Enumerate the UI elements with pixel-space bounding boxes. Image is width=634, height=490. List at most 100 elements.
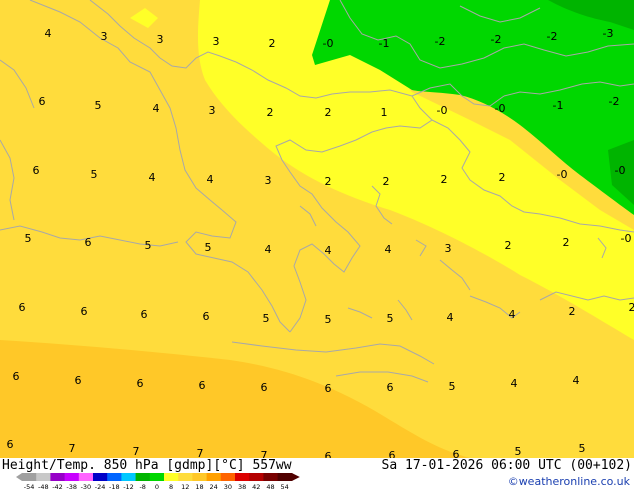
temperature-value: 6 <box>81 305 88 318</box>
temperature-value: -0 <box>437 104 448 117</box>
temperature-value: 6 <box>261 381 268 394</box>
color-scale-swatch <box>277 473 293 481</box>
color-scale-labels: -54 -48 -42 -38 -30 -24 -18 -12 -8 0 8 12 18 24 30 38 42… <box>24 483 289 490</box>
temperature-value: 2 <box>383 175 390 188</box>
temperature-value: 6 <box>389 449 396 458</box>
temperature-value: 2 <box>269 37 276 50</box>
temperature-value: 2 <box>267 106 274 119</box>
temperature-value: 5 <box>95 99 102 112</box>
temperature-value: 6 <box>325 382 332 395</box>
color-scale-arrow-left <box>16 473 22 481</box>
color-scale-label: -24 <box>95 483 106 490</box>
color-scale-label: 38 <box>238 483 246 490</box>
color-scale-label: -54 <box>24 483 35 490</box>
temperature-value: 5 <box>263 312 270 325</box>
temperature-value: -1 <box>553 99 564 112</box>
color-scale-swatch <box>220 473 236 481</box>
valid-time: Sa 17-01-2026 06:00 UTC (00+102) <box>381 458 632 473</box>
temperature-value: 6 <box>33 164 40 177</box>
temperature-value: 4 <box>207 173 214 186</box>
temperature-value: 7 <box>69 442 76 455</box>
credit-link[interactable]: ©weatheronline.co.uk <box>508 475 630 488</box>
temperature-value: 2 <box>441 173 448 186</box>
temperature-value: 3 <box>101 30 108 43</box>
color-scale-label: 0 <box>155 483 159 490</box>
temperature-value: 6 <box>75 374 82 387</box>
temperature-value: 2 <box>629 301 634 314</box>
temperature-map: 4 3 3 3 2 -0 -1 -2 -2 -2 -3 6 5 4 3 2 2 1 -0 -0 -1 -2 6 5 4 4 3 2 2 2… <box>0 0 634 458</box>
temperature-value: 5 <box>515 445 522 458</box>
temperature-value: 2 <box>563 236 570 249</box>
color-scale-label: -42 <box>52 483 63 490</box>
temperature-value: 7 <box>133 445 140 458</box>
temperature-value: -0 <box>495 102 506 115</box>
temperature-value: 3 <box>157 33 164 46</box>
color-scale-label: -12 <box>123 483 134 490</box>
temperature-value: 4 <box>511 377 518 390</box>
temperature-value: 2 <box>325 106 332 119</box>
temperature-value: 5 <box>325 313 332 326</box>
temperature-value: 5 <box>205 241 212 254</box>
temperature-value: 5 <box>579 442 586 455</box>
temperature-value: -3 <box>603 27 614 40</box>
temperature-value: 7 <box>197 447 204 458</box>
color-scale: -54 -48 -42 -38 -30 -24 -18 -12 -8 0 8 12 18 24 30 38 42… <box>16 473 300 490</box>
temperature-value: 5 <box>387 312 394 325</box>
temperature-value: 6 <box>13 370 20 383</box>
temperature-value: 6 <box>19 301 26 314</box>
temperature-value: 3 <box>445 242 452 255</box>
temperature-value: -2 <box>609 95 620 108</box>
temperature-value: 4 <box>385 243 392 256</box>
temperature-value: 6 <box>39 95 46 108</box>
temperature-value: 5 <box>145 239 152 252</box>
temperature-value: -0 <box>615 164 626 177</box>
temperature-value: -2 <box>435 35 446 48</box>
color-scale-swatch <box>93 473 108 481</box>
color-scale-arrow-right <box>291 473 300 481</box>
color-scale-swatch <box>64 473 80 481</box>
color-scale-label: -30 <box>81 483 92 490</box>
temperature-value: -2 <box>547 30 558 43</box>
temperature-value: 2 <box>499 171 506 184</box>
map-canvas: 4 3 3 3 2 -0 -1 -2 -2 -2 -3 6 5 4 3 2 2 1 -0 -0 -1 -2 6 5 4 4 3 2 2 2… <box>0 0 634 458</box>
color-scale-swatch <box>135 473 151 481</box>
temperature-value: 3 <box>213 35 220 48</box>
temperature-value: 6 <box>7 438 14 451</box>
temperature-value: 6 <box>387 381 394 394</box>
temperature-value: 6 <box>141 308 148 321</box>
color-scale-swatches <box>16 473 300 481</box>
temperature-value: -1 <box>379 37 390 50</box>
temperature-value: 2 <box>505 239 512 252</box>
color-scale-swatch <box>235 473 250 481</box>
temperature-value: 6 <box>137 377 144 390</box>
color-scale-swatch <box>178 473 193 481</box>
temperature-value: 6 <box>325 450 332 458</box>
color-scale-swatch <box>36 473 51 481</box>
color-scale-label: 8 <box>169 483 173 490</box>
temperature-value: 3 <box>209 104 216 117</box>
temperature-value: 4 <box>573 374 580 387</box>
color-scale-swatch <box>164 473 179 481</box>
temperature-value: 4 <box>153 102 160 115</box>
color-scale-swatch <box>149 473 165 481</box>
color-scale-label: 48 <box>266 483 274 490</box>
temperature-value: -2 <box>491 33 502 46</box>
color-scale-label: 18 <box>195 483 203 490</box>
color-scale-swatch <box>263 473 279 481</box>
color-scale-label: 42 <box>252 483 260 490</box>
temperature-value: 1 <box>381 106 388 119</box>
temperature-value: 6 <box>453 448 460 458</box>
color-scale-swatch <box>121 473 137 481</box>
temperature-value: 6 <box>203 310 210 323</box>
temperature-value: 3 <box>265 174 272 187</box>
temperature-value: 4 <box>509 308 516 321</box>
temperature-value: 2 <box>325 175 332 188</box>
temperature-value: 6 <box>199 379 206 392</box>
color-scale-label: 30 <box>224 483 232 490</box>
color-scale-label: -38 <box>66 483 77 490</box>
temperature-value: 7 <box>261 449 268 458</box>
temperature-value: 4 <box>265 243 272 256</box>
color-scale-label: -48 <box>38 483 49 490</box>
temperature-value: -0 <box>323 37 334 50</box>
color-scale-swatch <box>22 473 37 481</box>
